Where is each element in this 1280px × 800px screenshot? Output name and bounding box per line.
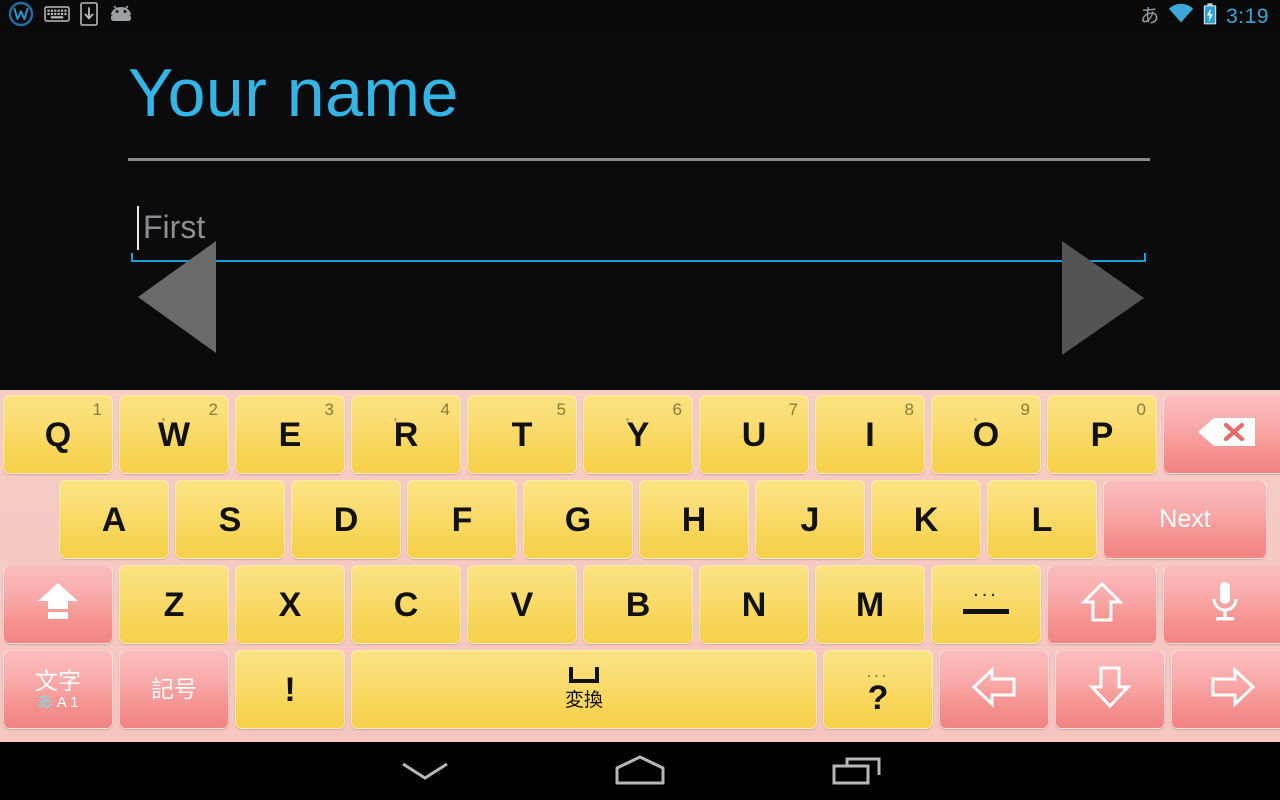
key-dash[interactable]: ... xyxy=(931,565,1041,644)
key-o[interactable]: O 9 xyxy=(931,395,1041,474)
android-notification-icon xyxy=(108,4,134,29)
more-options-dots: ... xyxy=(973,579,999,601)
space-icon xyxy=(568,667,599,683)
key-t[interactable]: T 5 xyxy=(467,395,577,474)
key-m[interactable]: M xyxy=(815,565,925,644)
key-arrow-down[interactable] xyxy=(1055,650,1165,729)
key-question[interactable]: ... ? xyxy=(823,650,933,729)
homing-dot xyxy=(394,418,397,421)
key-p[interactable]: P 0 xyxy=(1047,395,1157,474)
field-underline-left-tick xyxy=(131,253,133,262)
key-r[interactable]: R 4 xyxy=(351,395,461,474)
key-a[interactable]: A xyxy=(59,480,169,559)
key-l[interactable]: L xyxy=(987,480,1097,559)
key-exclamation[interactable]: ! xyxy=(235,650,345,729)
key-arrow-right[interactable] xyxy=(1171,650,1280,729)
keyboard-row-4: 文字 あ A 1 記号 ! 変換 ... ? xyxy=(0,647,1280,732)
key-j[interactable]: J xyxy=(755,480,865,559)
first-name-field[interactable]: First xyxy=(131,200,1146,262)
ime-language-indicator: あ xyxy=(1140,5,1160,27)
key-g[interactable]: G xyxy=(523,480,633,559)
arrow-up-icon xyxy=(1080,580,1124,629)
key-symbols-kigou[interactable]: 記号 xyxy=(119,650,229,729)
key-d[interactable]: D xyxy=(291,480,401,559)
battery-charging-icon xyxy=(1203,2,1217,30)
shift-caps-icon xyxy=(35,581,81,628)
key-v[interactable]: V xyxy=(467,565,577,644)
key-microphone[interactable] xyxy=(1163,565,1280,644)
row2-left-gap xyxy=(0,477,56,562)
keyboard-row-2: A S D F G H J K L Next xyxy=(0,477,1280,562)
arrow-down-icon xyxy=(1088,664,1132,715)
key-s[interactable]: S xyxy=(175,480,285,559)
more-options-dots: ... xyxy=(866,664,890,681)
key-w[interactable]: W 2 xyxy=(119,395,229,474)
key-arrow-up[interactable] xyxy=(1047,565,1157,644)
keyboard-row-1: Q 1 W 2 E 3 R 4 T 5 Y 6 U 7 I 8 O 9 P 0 xyxy=(0,392,1280,477)
key-z[interactable]: Z xyxy=(119,565,229,644)
key-e[interactable]: E 3 xyxy=(235,395,345,474)
homing-dot xyxy=(626,418,629,421)
key-x[interactable]: X xyxy=(235,565,345,644)
key-q[interactable]: Q 1 xyxy=(3,395,113,474)
backspace-icon xyxy=(1196,415,1258,454)
key-n[interactable]: N xyxy=(699,565,809,644)
microphone-icon xyxy=(1208,579,1242,630)
navigation-bar xyxy=(0,742,1280,800)
wifi-icon xyxy=(1168,3,1194,29)
key-f[interactable]: F xyxy=(407,480,517,559)
key-mode-moji[interactable]: 文字 あ A 1 xyxy=(3,650,113,729)
home-button[interactable] xyxy=(580,742,700,800)
key-b[interactable]: B xyxy=(583,565,693,644)
recent-apps-button[interactable] xyxy=(797,742,917,800)
field-underline xyxy=(131,260,1146,262)
key-c[interactable]: C xyxy=(351,565,461,644)
setup-wizard-content: Your name First xyxy=(0,32,1280,390)
app-notification-icon xyxy=(8,1,34,32)
arrow-right-icon xyxy=(1209,665,1257,714)
next-button[interactable] xyxy=(1058,239,1146,362)
key-k[interactable]: K xyxy=(871,480,981,559)
homing-dot xyxy=(974,418,977,421)
key-arrow-left[interactable] xyxy=(939,650,1049,729)
arrow-left-icon xyxy=(970,665,1018,714)
status-bar: あ 3:19 xyxy=(0,0,1280,32)
keyboard-row-3: Z X C V B N M ... xyxy=(0,562,1280,647)
hide-keyboard-button[interactable] xyxy=(365,742,485,800)
software-keyboard[interactable]: Q 1 W 2 E 3 R 4 T 5 Y 6 U 7 I 8 O 9 P 0 … xyxy=(0,390,1280,742)
key-backspace[interactable] xyxy=(1163,395,1280,474)
key-space-henkan[interactable]: 変換 xyxy=(351,650,817,729)
dash-glyph xyxy=(963,609,1009,614)
key-next[interactable]: Next xyxy=(1103,480,1267,559)
title-divider xyxy=(128,158,1150,161)
previous-button[interactable] xyxy=(136,239,218,360)
status-bar-notifications[interactable] xyxy=(0,1,134,32)
key-u[interactable]: U 7 xyxy=(699,395,809,474)
download-notification-icon xyxy=(80,1,98,31)
keyboard-notification-icon xyxy=(44,5,70,28)
android-screen: あ 3:19 Your name First Q 1 W 2 E 3 R 4 T… xyxy=(0,0,1280,800)
key-i[interactable]: I 8 xyxy=(815,395,925,474)
homing-dot xyxy=(162,418,165,421)
key-y[interactable]: Y 6 xyxy=(583,395,693,474)
mode-indicator: あ A 1 xyxy=(37,693,79,711)
status-bar-system-icons[interactable]: あ 3:19 xyxy=(1140,2,1280,30)
key-shift[interactable] xyxy=(3,565,113,644)
key-h[interactable]: H xyxy=(639,480,749,559)
status-bar-clock: 3:19 xyxy=(1226,4,1269,28)
page-title: Your name xyxy=(128,55,459,131)
